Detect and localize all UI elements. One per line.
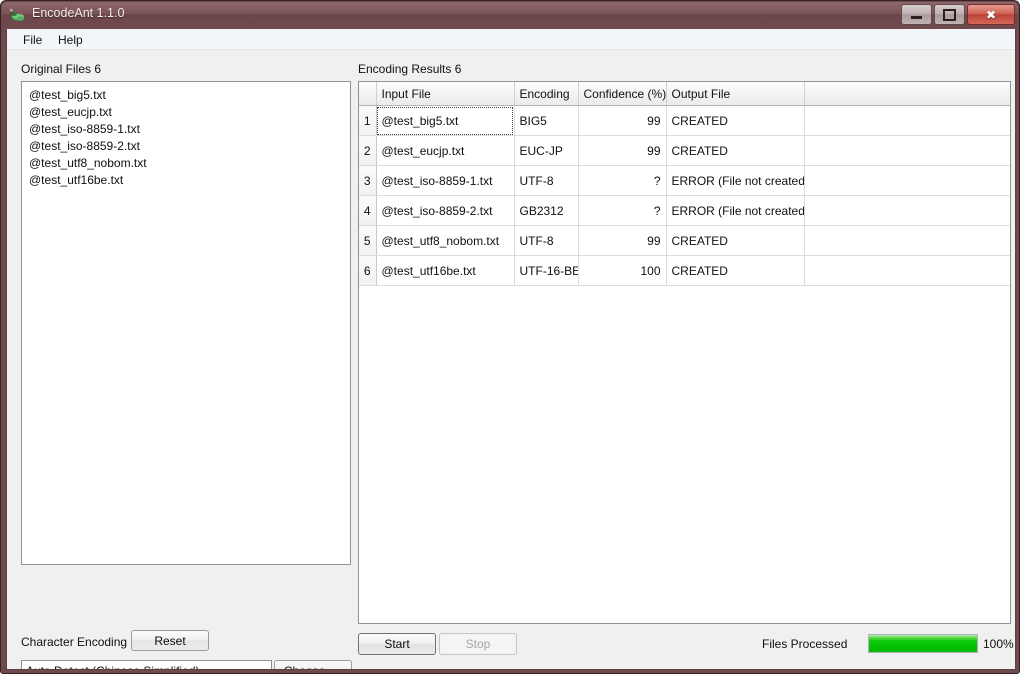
row-number[interactable]: 5 bbox=[359, 226, 376, 256]
start-button[interactable]: Start bbox=[358, 633, 436, 655]
list-item[interactable]: @test_big5.txt bbox=[22, 87, 350, 104]
title-bar: EncodeAnt 1.1.0 ✖ bbox=[1, 1, 1020, 29]
table-row[interactable]: 5 @test_utf8_nobom.txt UTF-8 99 CREATED bbox=[359, 226, 1010, 256]
cell-confidence[interactable]: 99 bbox=[578, 106, 666, 136]
cell-filler bbox=[804, 136, 1010, 166]
close-icon: ✖ bbox=[968, 5, 1014, 24]
encoding-input[interactable] bbox=[21, 660, 272, 670]
cell-input-file[interactable]: @test_iso-8859-2.txt bbox=[376, 196, 514, 226]
cell-encoding[interactable]: UTF-16-BE bbox=[514, 256, 578, 286]
cell-confidence[interactable]: 99 bbox=[578, 226, 666, 256]
column-header-output-file[interactable]: Output File bbox=[666, 82, 804, 106]
table-row[interactable]: 6 @test_utf16be.txt UTF-16-BE 100 CREATE… bbox=[359, 256, 1010, 286]
original-files-listbox[interactable]: @test_big5.txt @test_eucjp.txt @test_iso… bbox=[21, 81, 351, 565]
cell-output-file[interactable]: CREATED bbox=[666, 256, 804, 286]
row-number[interactable]: 6 bbox=[359, 256, 376, 286]
results-table: Input File Encoding Confidence (%) Outpu… bbox=[359, 82, 1010, 286]
application-window: EncodeAnt 1.1.0 ✖ File Help Original Fil… bbox=[0, 0, 1020, 674]
cell-encoding[interactable]: UTF-8 bbox=[514, 166, 578, 196]
list-item[interactable]: @test_utf16be.txt bbox=[22, 172, 350, 189]
chevron-down-icon bbox=[334, 669, 342, 671]
maximize-button[interactable] bbox=[934, 4, 965, 25]
files-processed-label: Files Processed bbox=[762, 637, 847, 651]
stop-button[interactable]: Stop bbox=[439, 633, 517, 655]
window-controls: ✖ bbox=[901, 4, 1015, 25]
cell-confidence[interactable]: ? bbox=[578, 166, 666, 196]
progress-bar bbox=[868, 634, 978, 653]
encoding-results-label: Encoding Results 6 bbox=[358, 62, 461, 76]
list-item[interactable]: @test_eucjp.txt bbox=[22, 104, 350, 121]
cell-output-file[interactable]: CREATED bbox=[666, 136, 804, 166]
column-header-encoding[interactable]: Encoding bbox=[514, 82, 578, 106]
menu-item-help[interactable]: Help bbox=[52, 32, 89, 48]
table-row[interactable]: 1 @test_big5.txt BIG5 99 CREATED bbox=[359, 106, 1010, 136]
cell-confidence[interactable]: 99 bbox=[578, 136, 666, 166]
column-header-gutter bbox=[359, 82, 376, 106]
cell-filler bbox=[804, 226, 1010, 256]
maximize-icon bbox=[935, 5, 964, 24]
bottom-action-bar: Start Stop Files Processed 100% bbox=[351, 626, 1016, 670]
column-header-confidence[interactable]: Confidence (%) bbox=[578, 82, 666, 106]
choose-button-label: Choose bbox=[284, 664, 325, 671]
client-area: File Help Original Files 6 @test_big5.tx… bbox=[6, 29, 1016, 670]
cell-encoding[interactable]: BIG5 bbox=[514, 106, 578, 136]
menu-item-file[interactable]: File bbox=[17, 32, 48, 48]
window-title: EncodeAnt 1.1.0 bbox=[32, 6, 124, 20]
encoding-results-panel: Encoding Results 6 Input File bbox=[351, 50, 1016, 670]
column-header-input-file[interactable]: Input File bbox=[376, 82, 514, 106]
table-row[interactable]: 3 @test_iso-8859-1.txt UTF-8 ? ERROR (Fi… bbox=[359, 166, 1010, 196]
reset-button[interactable]: Reset bbox=[131, 630, 209, 651]
cell-encoding[interactable]: EUC-JP bbox=[514, 136, 578, 166]
cell-confidence[interactable]: 100 bbox=[578, 256, 666, 286]
row-number[interactable]: 3 bbox=[359, 166, 376, 196]
original-files-label: Original Files 6 bbox=[21, 62, 101, 76]
list-item[interactable]: @test_iso-8859-2.txt bbox=[22, 138, 350, 155]
cell-encoding[interactable]: UTF-8 bbox=[514, 226, 578, 256]
cell-input-file[interactable]: @test_eucjp.txt bbox=[376, 136, 514, 166]
ant-icon bbox=[9, 6, 27, 24]
column-header-filler bbox=[804, 82, 1010, 106]
character-encoding-label: Character Encoding bbox=[21, 635, 127, 649]
menu-bar: File Help bbox=[7, 29, 1015, 50]
list-item[interactable]: @test_iso-8859-1.txt bbox=[22, 121, 350, 138]
list-item[interactable]: @test_utf8_nobom.txt bbox=[22, 155, 350, 172]
table-row[interactable]: 4 @test_iso-8859-2.txt GB2312 ? ERROR (F… bbox=[359, 196, 1010, 226]
minimize-button[interactable] bbox=[901, 4, 932, 25]
row-number[interactable]: 1 bbox=[359, 106, 376, 136]
cell-filler bbox=[804, 106, 1010, 136]
close-button[interactable]: ✖ bbox=[967, 4, 1015, 25]
cell-output-file[interactable]: ERROR (File not created) bbox=[666, 166, 804, 196]
cell-filler bbox=[804, 166, 1010, 196]
minimize-icon bbox=[902, 5, 931, 24]
cell-output-file[interactable]: CREATED bbox=[666, 226, 804, 256]
cell-input-file[interactable]: @test_utf16be.txt bbox=[376, 256, 514, 286]
choose-button[interactable]: Choose bbox=[274, 660, 352, 670]
table-row[interactable]: 2 @test_eucjp.txt EUC-JP 99 CREATED bbox=[359, 136, 1010, 166]
encoding-results-grid[interactable]: Input File Encoding Confidence (%) Outpu… bbox=[358, 81, 1011, 624]
cell-output-file[interactable]: CREATED bbox=[666, 106, 804, 136]
cell-input-file[interactable]: @test_iso-8859-1.txt bbox=[376, 166, 514, 196]
row-number[interactable]: 2 bbox=[359, 136, 376, 166]
cell-input-file[interactable]: @test_utf8_nobom.txt bbox=[376, 226, 514, 256]
row-number[interactable]: 4 bbox=[359, 196, 376, 226]
cell-input-file[interactable]: @test_big5.txt bbox=[376, 106, 514, 136]
original-files-panel: Original Files 6 @test_big5.txt @test_eu… bbox=[7, 50, 351, 670]
table-header-row: Input File Encoding Confidence (%) Outpu… bbox=[359, 82, 1010, 106]
cell-confidence[interactable]: ? bbox=[578, 196, 666, 226]
progress-percent-label: 100% bbox=[983, 637, 1014, 651]
progress-bar-fill bbox=[869, 635, 977, 652]
cell-filler bbox=[804, 196, 1010, 226]
cell-output-file[interactable]: ERROR (File not created) bbox=[666, 196, 804, 226]
cell-filler bbox=[804, 256, 1010, 286]
cell-encoding[interactable]: GB2312 bbox=[514, 196, 578, 226]
